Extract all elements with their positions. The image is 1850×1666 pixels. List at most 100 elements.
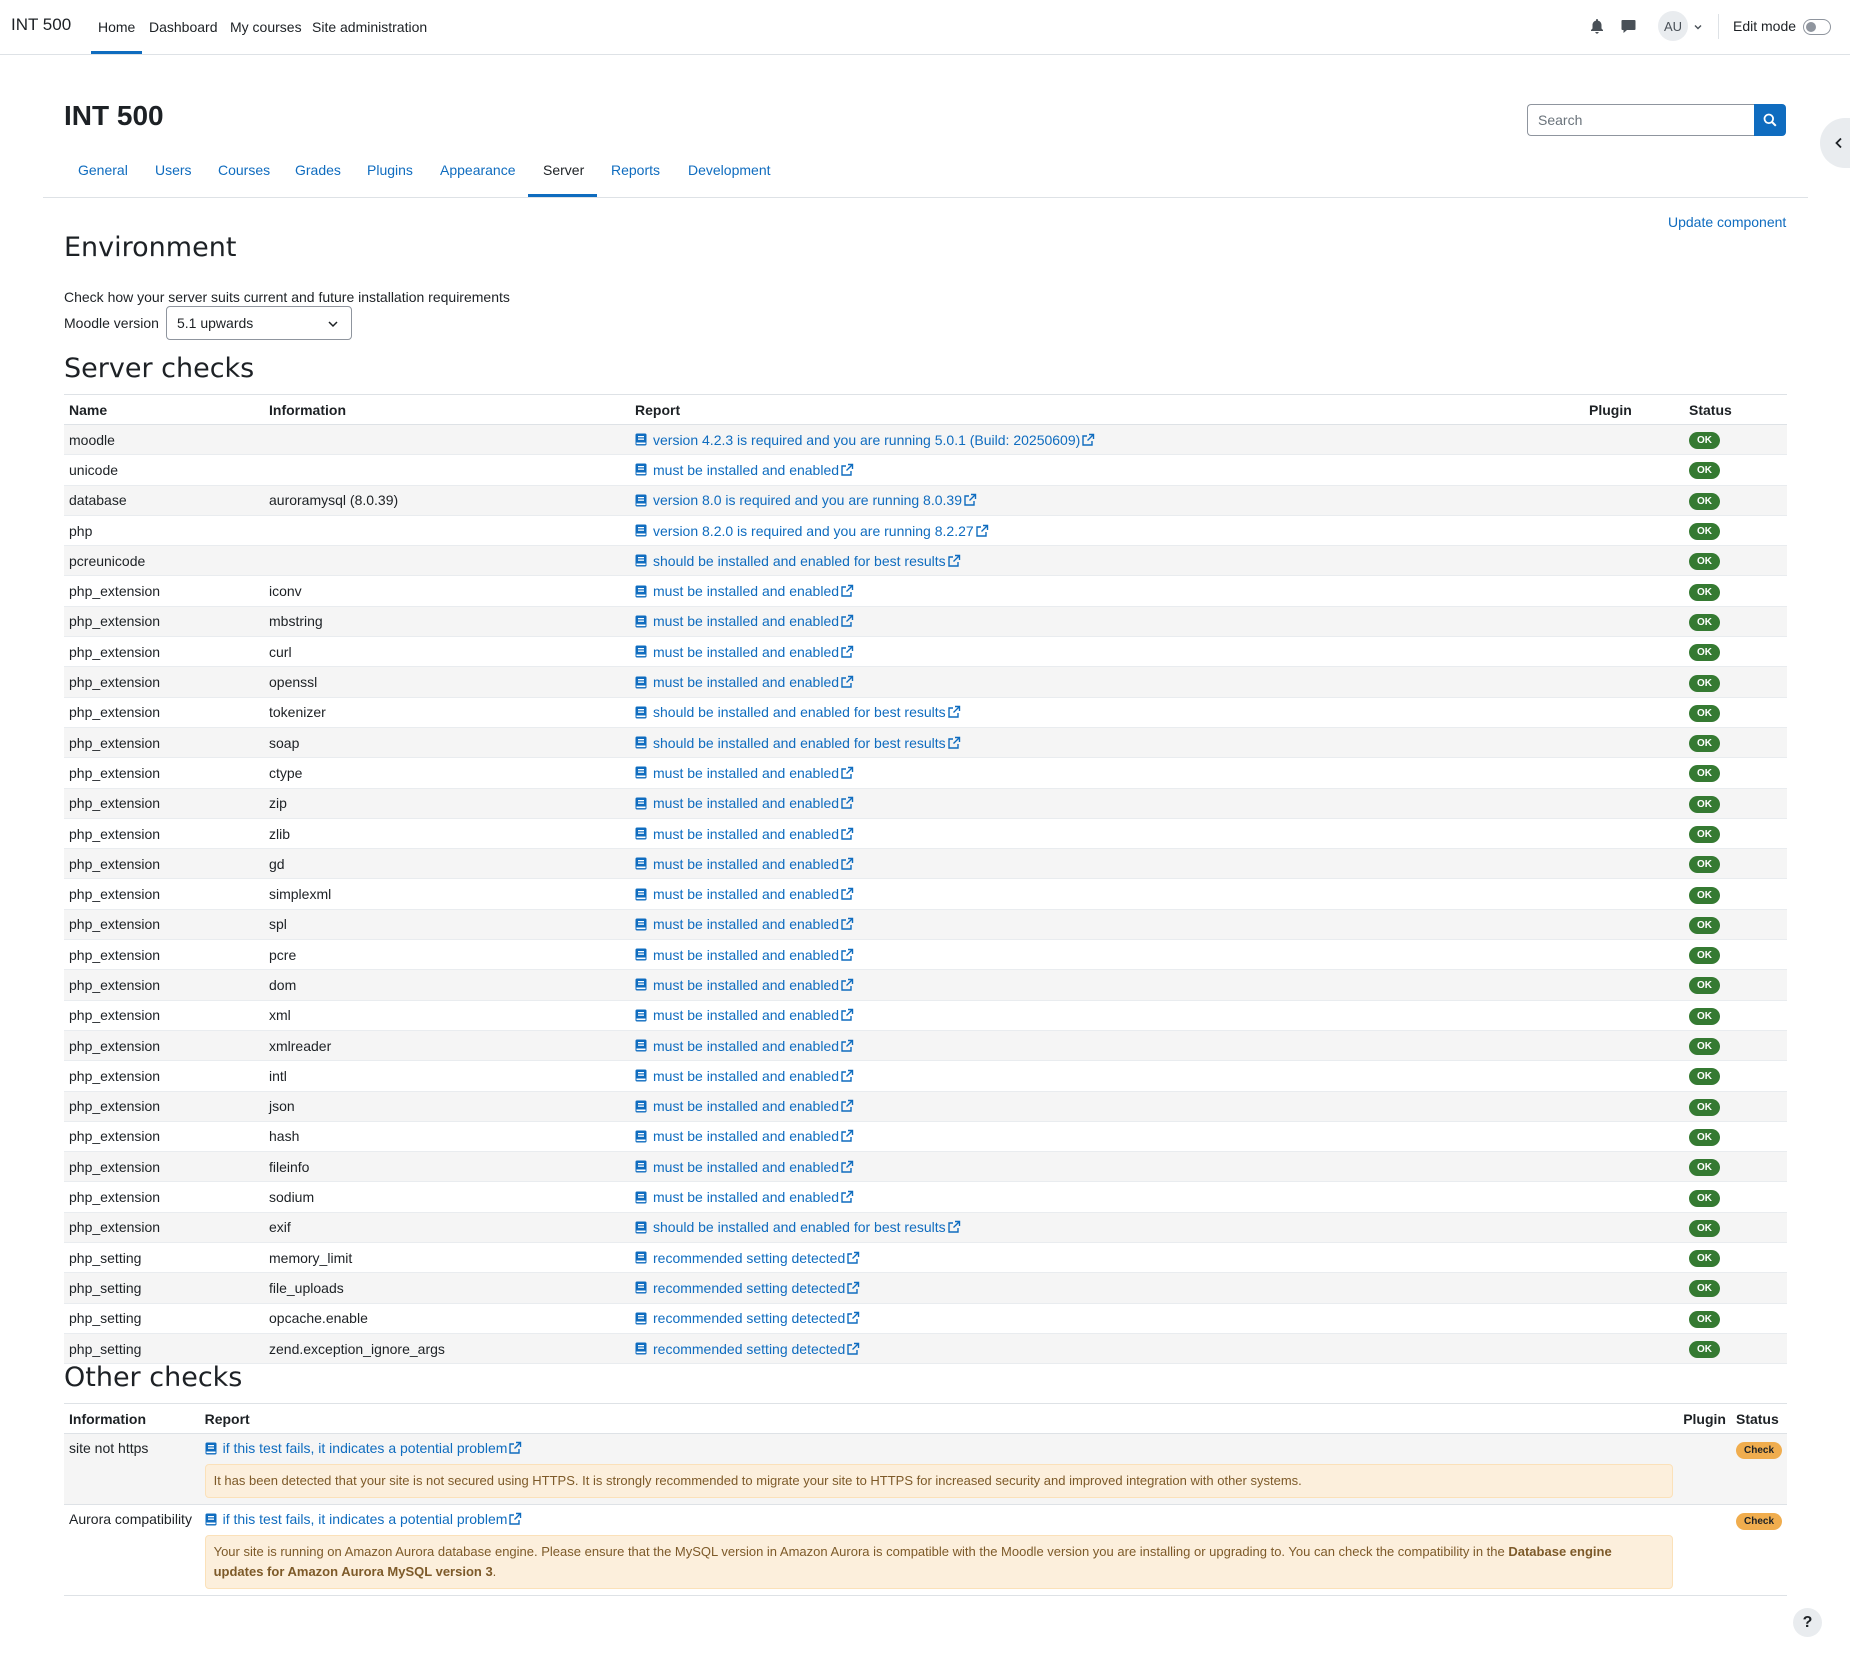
table-row: php_setting opcache.enable recommended set… — [64, 1303, 1787, 1334]
report-link[interactable]: version 4.2.3 is required and you are ru… — [653, 432, 1095, 448]
report-link[interactable]: must be installed and enabled — [653, 886, 854, 902]
tab-general[interactable]: General — [78, 162, 128, 178]
report-link[interactable]: must be installed and enabled — [653, 1189, 854, 1205]
column-header-report: Report — [199, 1403, 1679, 1434]
external-link-icon — [841, 887, 854, 900]
nav-home[interactable]: Home — [98, 19, 135, 35]
update-component-link[interactable]: Update component — [1668, 214, 1786, 230]
drawer-toggle-button[interactable] — [1820, 118, 1850, 168]
status-badge: OK — [1689, 523, 1720, 541]
report-link[interactable]: must be installed and enabled — [653, 1098, 854, 1114]
check-information: mbstring — [264, 606, 630, 638]
check-plugin — [1584, 1060, 1684, 1092]
check-information: curl — [264, 636, 630, 668]
report-link[interactable]: must be installed and enabled — [653, 947, 854, 963]
check-information — [264, 515, 630, 547]
chevron-down-icon — [328, 321, 338, 328]
bell-icon[interactable] — [1587, 16, 1607, 36]
tab-users[interactable]: Users — [155, 162, 192, 178]
report-link[interactable]: should be installed and enabled for best… — [653, 553, 961, 569]
check-name: php_extension — [64, 575, 264, 607]
report-link[interactable]: must be installed and enabled — [653, 1068, 854, 1084]
book-icon — [635, 1191, 647, 1204]
check-information: zip — [264, 788, 630, 819]
search-input[interactable] — [1527, 104, 1754, 136]
table-row: Aurora compatibility if this test fails,… — [64, 1504, 1787, 1596]
check-name: php_extension — [64, 1151, 264, 1183]
report-link[interactable]: if this test fails, it indicates a poten… — [223, 1511, 523, 1527]
report-link[interactable]: recommended setting detected — [653, 1280, 860, 1296]
book-icon — [635, 978, 647, 991]
tab-reports[interactable]: Reports — [611, 162, 660, 178]
status-badge: OK — [1689, 704, 1720, 722]
edit-mode-toggle[interactable] — [1803, 19, 1831, 35]
report-link[interactable]: version 8.2.0 is required and you are ru… — [653, 523, 989, 539]
external-link-icon — [847, 1251, 860, 1264]
external-link-icon — [841, 827, 854, 840]
report-link[interactable]: must be installed and enabled — [653, 613, 854, 629]
report-link[interactable]: version 8.0 is required and you are runn… — [653, 492, 977, 508]
check-name: php_setting — [64, 1303, 264, 1334]
check-information: fileinfo — [264, 1151, 630, 1183]
tab-appearance[interactable]: Appearance — [440, 162, 516, 178]
table-row: php_setting zend.exception_ignore_args rec… — [64, 1333, 1787, 1365]
nav-my-courses[interactable]: My courses — [230, 19, 302, 35]
nav-site-administration[interactable]: Site administration — [312, 19, 427, 35]
server-checks-table: Name Information Report Plugin Status mo… — [64, 394, 1787, 1365]
tab-server[interactable]: Server — [543, 162, 584, 178]
report-link[interactable]: recommended setting detected — [653, 1250, 860, 1266]
report-link[interactable]: must be installed and enabled — [653, 977, 854, 993]
report-link[interactable]: should be installed and enabled for best… — [653, 735, 961, 751]
site-brand[interactable]: INT 500 — [11, 15, 71, 35]
user-avatar[interactable]: AU — [1658, 11, 1688, 41]
column-header-information: Information — [64, 1403, 200, 1434]
tab-development[interactable]: Development — [688, 162, 771, 178]
report-link[interactable]: should be installed and enabled for best… — [653, 1219, 961, 1235]
help-button[interactable]: ? — [1793, 1608, 1822, 1637]
report-link[interactable]: if this test fails, it indicates a poten… — [223, 1440, 523, 1456]
tab-active-indicator — [528, 194, 597, 197]
report-link[interactable]: must be installed and enabled — [653, 916, 854, 932]
report-link[interactable]: must be installed and enabled — [653, 1038, 854, 1054]
check-plugin — [1584, 545, 1684, 577]
report-link[interactable]: must be installed and enabled — [653, 795, 854, 811]
report-link[interactable]: must be installed and enabled — [653, 1007, 854, 1023]
book-icon — [635, 736, 647, 749]
page-title: INT 500 — [64, 100, 164, 131]
check-plugin — [1584, 909, 1684, 941]
report-link[interactable]: must be installed and enabled — [653, 644, 854, 660]
nav-dashboard[interactable]: Dashboard — [149, 19, 218, 35]
tab-courses[interactable]: Courses — [218, 162, 270, 178]
report-link[interactable]: must be installed and enabled — [653, 1128, 854, 1144]
messages-icon[interactable] — [1618, 16, 1638, 36]
table-row: php_extension xml must be installed and en… — [64, 1000, 1787, 1031]
status-badge: OK — [1689, 765, 1720, 783]
search-icon — [1763, 113, 1777, 127]
report-link[interactable]: must be installed and enabled — [653, 765, 854, 781]
report-link[interactable]: must be installed and enabled — [653, 462, 854, 478]
table-row: php_extension ctype must be installed and … — [64, 757, 1787, 789]
book-icon — [635, 1100, 647, 1113]
other-checks-table: Information Report Plugin Status site no… — [64, 1403, 1787, 1596]
other-checks-heading: Other checks — [64, 1362, 243, 1393]
report-link[interactable]: recommended setting detected — [653, 1310, 860, 1326]
report-link[interactable]: must be installed and enabled — [653, 826, 854, 842]
check-plugin — [1584, 575, 1684, 607]
check-name: php_extension — [64, 969, 264, 1001]
book-icon — [635, 494, 647, 507]
table-row: php_extension dom must be installed and en… — [64, 969, 1787, 1001]
check-information: simplexml — [264, 878, 630, 910]
report-link[interactable]: must be installed and enabled — [653, 1159, 854, 1175]
report-link[interactable]: must be installed and enabled — [653, 674, 854, 690]
report-link[interactable]: should be installed and enabled for best… — [653, 704, 961, 720]
moodle-version-select[interactable]: 5.1 upwards — [166, 306, 352, 340]
tab-plugins[interactable]: Plugins — [367, 162, 413, 178]
external-link-icon — [841, 615, 854, 628]
report-link[interactable]: must be installed and enabled — [653, 583, 854, 599]
tab-grades[interactable]: Grades — [295, 162, 341, 178]
search-button[interactable] — [1754, 104, 1786, 136]
check-plugin — [1584, 1091, 1684, 1122]
chevron-down-icon[interactable] — [1693, 19, 1703, 35]
report-link[interactable]: must be installed and enabled — [653, 856, 854, 872]
report-link[interactable]: recommended setting detected — [653, 1341, 860, 1357]
